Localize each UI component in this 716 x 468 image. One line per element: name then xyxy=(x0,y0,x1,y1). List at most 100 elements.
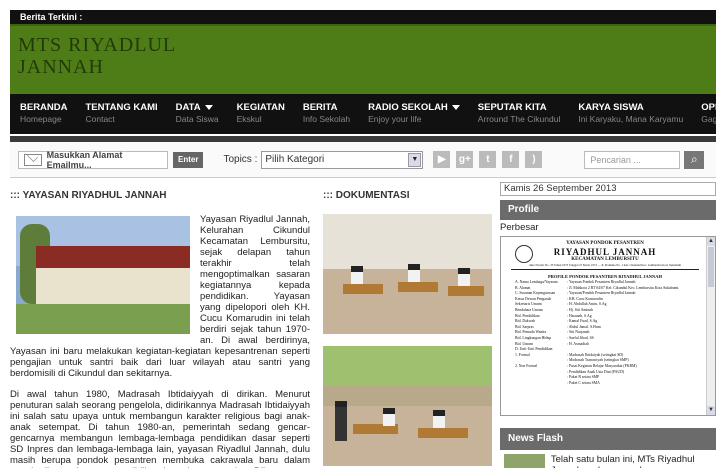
school-photo xyxy=(16,216,190,334)
news-flash-title: News Flash xyxy=(500,428,716,450)
site-title[interactable]: MTS RIYADLUL JANNAH xyxy=(18,34,238,78)
google-plus-icon[interactable]: g+ xyxy=(456,151,474,168)
photo-trees xyxy=(323,346,492,386)
site-header: MTS RIYADLUL JANNAH xyxy=(10,24,716,94)
article-body: Yayasan Riyadlul Jannah, Kelurahan Cikun… xyxy=(10,214,310,468)
chevron-down-icon xyxy=(451,104,460,110)
mail-icon xyxy=(24,153,42,166)
sidebar: Kamis 26 September 2013 Profile Perbesar… xyxy=(500,182,716,468)
doc-rows: A. Nama Lembaga/Yayasan: Yayasan Pondok … xyxy=(511,280,699,386)
photo-desk xyxy=(398,282,438,292)
nav-title-text: DATA xyxy=(175,102,201,113)
nav-title-text: SEPUTAR KITA xyxy=(477,102,547,113)
toolbar: Masukkan Alamat Emailmu... Enter Topics … xyxy=(10,142,716,178)
photo-teacher xyxy=(335,401,347,441)
nav-title-text: BERITA xyxy=(302,102,338,113)
article-heading: ::: YAYASAN RIYADHUL JANNAH xyxy=(10,190,167,201)
nav-item-subtitle: Data Siswa xyxy=(175,114,219,124)
nav-item-subtitle: Homepage xyxy=(20,114,62,124)
documentation-heading: ::: DOKUMENTASI xyxy=(323,190,410,201)
nav-item-karya-siswa[interactable]: KARYA SISWA Ini Karyaku, Mana Karyamu xyxy=(578,102,683,125)
photo-student xyxy=(351,266,363,284)
nav-item-subtitle: Arround The Cikundul xyxy=(477,114,561,124)
news-flash-item[interactable]: Telah satu bulan ini, MTs Riyadhul Janna… xyxy=(500,454,716,468)
news-text[interactable]: Telah satu bulan ini, MTs Riyadhul Janna… xyxy=(551,454,716,468)
news-thumbnail[interactable] xyxy=(504,454,545,468)
nav-item-title: RADIO SEKOLAH xyxy=(368,102,460,113)
photo-wall xyxy=(36,268,190,304)
nav-item-subtitle: Ini Karyaku, Mana Karyamu xyxy=(578,114,684,124)
photo-student xyxy=(383,408,395,426)
topics-label: Topics : xyxy=(223,154,258,165)
search-placeholder: Pencarian ... xyxy=(590,154,641,165)
content-area: ::: YAYASAN RIYADHUL JANNAH Yayasan Riya… xyxy=(10,182,716,468)
doc-address: Akte Notaris No. 33 Tahun 1973 Tanggal 2… xyxy=(511,263,699,270)
nav-item-kegiatan[interactable]: KEGIATAN Ekskul xyxy=(237,102,285,125)
nav-item-data[interactable]: DATA Data Siswa xyxy=(176,102,219,125)
nav-item-subtitle: Ekskul xyxy=(236,114,262,124)
nav-item-beranda[interactable]: BERANDA Homepage xyxy=(20,102,68,125)
search-icon[interactable]: ⌕ xyxy=(684,150,705,169)
enlarge-link[interactable]: Perbesar xyxy=(500,222,716,234)
nav-title-text: KARYA SISWA xyxy=(578,102,644,113)
page: Berita Terkini : MTS RIYADLUL JANNAH BER… xyxy=(10,10,716,468)
documentation-photo-1[interactable] xyxy=(323,214,492,334)
doc-title: PROFILE PONDOK PESANTREN RIYADHUL JANNAH xyxy=(547,274,663,279)
photo-student xyxy=(433,410,445,428)
photo-wall xyxy=(323,214,492,269)
nav-title-text: RADIO SEKOLAH xyxy=(368,102,448,113)
doc-row: : Paket C setara SMA xyxy=(511,381,699,387)
photo-desk xyxy=(418,428,468,438)
nav-item-subtitle: Info Sekolah xyxy=(302,114,351,124)
rss-icon[interactable]: ) xyxy=(525,151,543,168)
nav-title-text: OPINI xyxy=(701,102,716,113)
documentation-column: ::: DOKUMENTASI xyxy=(323,185,495,468)
nav-item-opini[interactable]: OPINIGagasan Anda xyxy=(701,102,716,125)
category-select[interactable]: Pilih Kategori ▼ xyxy=(261,150,424,169)
article-paragraph-2: Di awal tahun 1980, Madrasah Ibtidaiyyah… xyxy=(10,389,310,468)
photo-roof xyxy=(36,246,190,268)
photo-grass xyxy=(16,304,190,334)
nav-item-title: KEGIATAN xyxy=(237,102,285,113)
nav-item-title: OPINI xyxy=(701,102,716,113)
documentation-photo-2[interactable] xyxy=(323,346,492,466)
scroll-thumb[interactable] xyxy=(708,247,714,287)
date-display: Kamis 26 September 2013 xyxy=(500,182,716,196)
breaking-news-label: Berita Terkini : xyxy=(20,12,83,22)
nav-item-radio-sekolah[interactable]: RADIO SEKOLAH Enjoy your life xyxy=(368,102,460,125)
profile-document-viewer[interactable]: YAYASAN PONDOK PESANTREN RIYADHUL JANNAH… xyxy=(500,236,716,416)
nav-item-berita[interactable]: BERITA Info Sekolah xyxy=(303,102,350,125)
enter-button[interactable]: Enter xyxy=(173,151,204,168)
twitter-icon[interactable]: t xyxy=(479,151,497,168)
category-value: Pilih Kategori xyxy=(265,153,325,165)
nav-item-title: DATA xyxy=(176,102,219,113)
doc-row-key xyxy=(511,381,567,387)
chevron-down-icon xyxy=(204,104,213,110)
youtube-icon[interactable]: ▶ xyxy=(433,151,451,168)
email-subscribe-field[interactable]: Masukkan Alamat Emailmu... xyxy=(18,149,168,170)
nav-item-subtitle: Gagasan Anda xyxy=(701,114,716,124)
nav-item-title: SEPUTAR KITA xyxy=(478,102,561,113)
nav-item-seputar-kita[interactable]: SEPUTAR KITA Arround The Cikundul xyxy=(478,102,561,125)
social-icons: ▶ g+ t f ) xyxy=(433,151,548,168)
doc-heading-2: RIYADHUL JANNAH xyxy=(553,247,657,257)
nav-title-text: BERANDA xyxy=(20,102,68,113)
email-placeholder: Masukkan Alamat Emailmu... xyxy=(46,149,123,170)
nav-item-title: TENTANG KAMI xyxy=(86,102,158,113)
profile-document-page: YAYASAN PONDOK PESANTREN RIYADHUL JANNAH… xyxy=(511,239,699,415)
scroll-up-icon[interactable]: ▲ xyxy=(707,237,715,246)
nav-item-title: KARYA SISWA xyxy=(578,102,683,113)
search-input[interactable]: Pencarian ... xyxy=(584,150,681,169)
photo-desk xyxy=(448,286,484,296)
chevron-down-icon[interactable]: ▼ xyxy=(408,152,422,167)
scroll-down-icon[interactable]: ▼ xyxy=(707,406,715,415)
nav-item-tentang-kami[interactable]: TENTANG KAMI Contact xyxy=(86,102,158,125)
nav-item-subtitle: Contact xyxy=(85,114,115,124)
facebook-icon[interactable]: f xyxy=(502,151,520,168)
breaking-news-bar: Berita Terkini : xyxy=(10,10,716,24)
main-column: ::: YAYASAN RIYADHUL JANNAH Yayasan Riya… xyxy=(10,185,310,468)
doc-row-value: : Paket C setara SMA xyxy=(567,380,600,385)
nav-title-text: TENTANG KAMI xyxy=(85,102,158,113)
document-scrollbar[interactable]: ▲ ▼ xyxy=(706,237,715,415)
photo-student xyxy=(408,264,420,282)
